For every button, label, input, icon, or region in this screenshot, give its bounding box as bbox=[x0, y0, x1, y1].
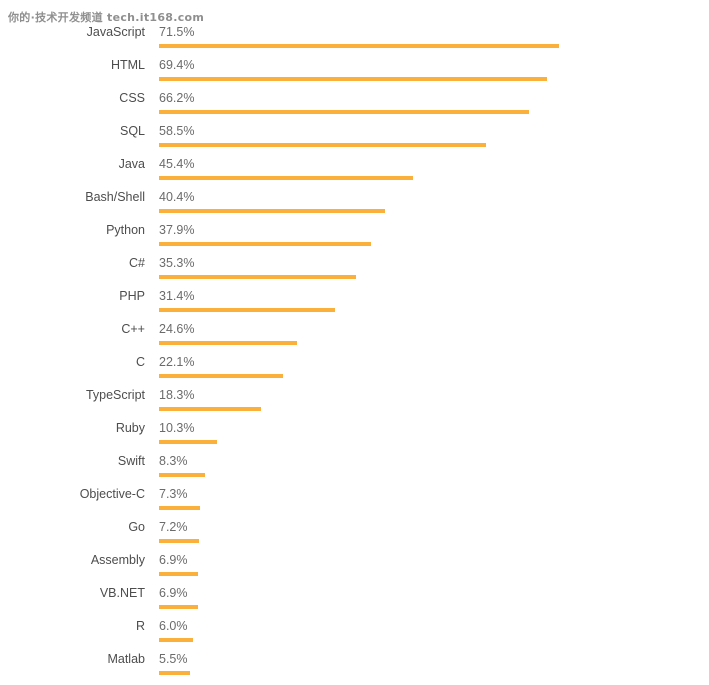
bar-category-label: Ruby bbox=[115, 421, 145, 435]
bar-value-label: 8.3% bbox=[159, 454, 188, 468]
bar-value-label: 35.3% bbox=[159, 256, 195, 270]
chart-row: C++ 24.6% bbox=[0, 322, 709, 355]
bar-category-label: Matlab bbox=[107, 652, 145, 666]
bar-value-label: 69.4% bbox=[159, 58, 195, 72]
horizontal-bar-chart: JavaScript 71.5% HTML 69.4% CSS 66.2% SQL 58.5%… bbox=[0, 0, 709, 682]
bar-segment bbox=[159, 407, 262, 411]
bar-segment bbox=[159, 143, 487, 147]
bar-value-label: 40.4% bbox=[159, 190, 195, 204]
bar-value-label: 6.9% bbox=[159, 553, 188, 567]
bar-category-label: R bbox=[135, 619, 145, 633]
bar-category-label: Bash/Shell bbox=[85, 190, 145, 204]
bar-value-label: 31.4% bbox=[159, 289, 195, 303]
bar-value-label: 37.9% bbox=[159, 223, 195, 237]
bar-value-label: 6.0% bbox=[159, 619, 188, 633]
bar-category-label: Objective-C bbox=[79, 487, 145, 501]
chart-row: PHP 31.4% bbox=[0, 289, 709, 322]
bar-category-label: SQL bbox=[119, 124, 145, 138]
bar-segment bbox=[159, 275, 357, 279]
bar-segment bbox=[159, 44, 559, 48]
chart-row: C 22.1% bbox=[0, 355, 709, 388]
bar-value-label: 7.3% bbox=[159, 487, 188, 501]
chart-row: R 6.0% bbox=[0, 619, 709, 652]
bar-category-label: Java bbox=[118, 157, 145, 171]
chart-row: Bash/Shell 40.4% bbox=[0, 190, 709, 223]
chart-row: Assembly 6.9% bbox=[0, 553, 709, 586]
chart-row: JavaScript 71.5% bbox=[0, 25, 709, 58]
chart-row: C# 35.3% bbox=[0, 256, 709, 289]
bar-segment bbox=[159, 605, 198, 609]
bar-segment bbox=[159, 374, 283, 378]
chart-row: Ruby 10.3% bbox=[0, 421, 709, 454]
chart-row: TypeScript 18.3% bbox=[0, 388, 709, 421]
bar-category-label: CSS bbox=[119, 91, 145, 105]
bar-category-label: Swift bbox=[117, 454, 145, 468]
bar-category-label: C# bbox=[129, 256, 145, 270]
bar-category-label: Assembly bbox=[90, 553, 145, 567]
bar-value-label: 66.2% bbox=[159, 91, 195, 105]
bar-category-label: Python bbox=[106, 223, 145, 237]
bar-value-label: 5.5% bbox=[159, 652, 188, 666]
chart-row: HTML 69.4% bbox=[0, 58, 709, 91]
chart-row: Java 45.4% bbox=[0, 157, 709, 190]
bar-category-label: C++ bbox=[121, 322, 145, 336]
bar-segment bbox=[159, 110, 530, 114]
bar-segment bbox=[159, 473, 206, 477]
bar-segment bbox=[159, 242, 372, 246]
bar-category-label: C bbox=[135, 355, 145, 369]
bar-segment bbox=[159, 506, 200, 510]
bar-segment bbox=[159, 539, 200, 543]
bar-value-label: 71.5% bbox=[159, 25, 195, 39]
chart-row: Objective-C 7.3% bbox=[0, 487, 709, 520]
bar-value-label: 45.4% bbox=[159, 157, 195, 171]
chart-row: CSS 66.2% bbox=[0, 91, 709, 124]
watermark: 你的·技术开发频道 tech.it168.com bbox=[8, 11, 205, 24]
bar-segment bbox=[159, 572, 198, 576]
bar-category-label: HTML bbox=[110, 58, 145, 72]
bar-value-label: 22.1% bbox=[159, 355, 195, 369]
bar-category-label: Go bbox=[128, 520, 145, 534]
bar-category-label: TypeScript bbox=[85, 388, 145, 402]
bar-value-label: 58.5% bbox=[159, 124, 195, 138]
bar-segment bbox=[159, 440, 217, 444]
bar-category-label: VB.NET bbox=[99, 586, 145, 600]
bar-value-label: 24.6% bbox=[159, 322, 195, 336]
chart-row: Swift 8.3% bbox=[0, 454, 709, 487]
bar-segment bbox=[159, 176, 413, 180]
chart-row: Go 7.2% bbox=[0, 520, 709, 553]
bar-segment bbox=[159, 671, 190, 675]
bar-category-label: JavaScript bbox=[86, 25, 145, 39]
bar-segment bbox=[159, 638, 193, 642]
chart-row: VB.NET 6.9% bbox=[0, 586, 709, 619]
bar-segment bbox=[159, 341, 297, 345]
chart-row: SQL 58.5% bbox=[0, 124, 709, 157]
bar-value-label: 10.3% bbox=[159, 421, 195, 435]
bar-value-label: 18.3% bbox=[159, 388, 195, 402]
bar-category-label: PHP bbox=[119, 289, 145, 303]
bar-segment bbox=[159, 77, 548, 81]
chart-row: Python 37.9% bbox=[0, 223, 709, 256]
bar-value-label: 7.2% bbox=[159, 520, 188, 534]
bar-value-label: 6.9% bbox=[159, 586, 188, 600]
chart-row: Matlab 5.5% bbox=[0, 652, 709, 685]
bar-segment bbox=[159, 209, 385, 213]
bar-segment bbox=[159, 308, 335, 312]
